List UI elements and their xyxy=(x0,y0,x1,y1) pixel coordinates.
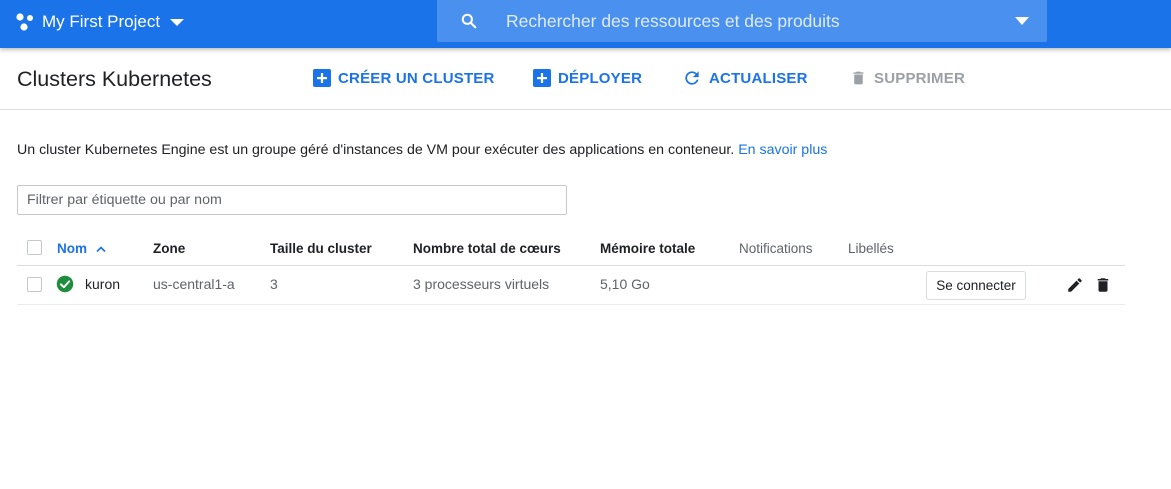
column-header-notifications: Notifications xyxy=(739,241,813,256)
column-header-memory[interactable]: Mémoire totale xyxy=(600,241,695,256)
edit-pencil-icon[interactable] xyxy=(1066,276,1084,294)
deploy-label: DÉPLOYER xyxy=(558,69,643,87)
row-checkbox[interactable] xyxy=(27,277,42,292)
learn-more-link[interactable]: En savoir plus xyxy=(738,142,827,158)
sort-ascending-icon xyxy=(96,246,106,253)
delete-button[interactable]: SUPPRIMER xyxy=(850,68,965,88)
connect-button[interactable]: Se connecter xyxy=(926,271,1026,300)
chevron-down-icon xyxy=(170,18,185,26)
search-bar[interactable] xyxy=(437,0,1047,42)
trash-icon xyxy=(853,71,864,85)
create-cluster-button[interactable]: CRÉER UN CLUSTER xyxy=(313,68,495,88)
description-text: Un cluster Kubernetes Engine est un grou… xyxy=(17,142,735,158)
clusters-table: Nom Zone Taille du cluster Nombre total … xyxy=(17,232,1125,305)
column-header-labels: Libellés xyxy=(848,241,894,256)
top-app-bar: My First Project xyxy=(0,0,1171,48)
delete-label: SUPPRIMER xyxy=(874,69,965,87)
search-dropdown-icon[interactable] xyxy=(1015,17,1029,25)
refresh-icon xyxy=(685,71,699,85)
project-selector[interactable]: My First Project xyxy=(14,9,185,35)
refresh-label: ACTUALISER xyxy=(709,69,808,87)
page-title: Clusters Kubernetes xyxy=(17,67,212,91)
cluster-memory: 5,10 Go xyxy=(600,276,650,292)
column-header-size[interactable]: Taille du cluster xyxy=(270,241,372,256)
project-dots-icon xyxy=(16,13,33,31)
column-header-zone[interactable]: Zone xyxy=(153,241,185,256)
cluster-zone: us-central1-a xyxy=(153,276,235,292)
search-input[interactable] xyxy=(506,10,1015,32)
cluster-name-link[interactable]: kuron xyxy=(85,276,120,292)
search-icon xyxy=(461,13,477,29)
table-row: kuron us-central1-a 3 3 processeurs virt… xyxy=(17,266,1125,305)
add-box-icon xyxy=(313,69,331,87)
page-toolbar: Clusters Kubernetes CRÉER UN CLUSTER DÉP… xyxy=(0,48,1171,110)
refresh-button[interactable]: ACTUALISER xyxy=(682,68,808,88)
select-all-checkbox[interactable] xyxy=(27,240,42,255)
deploy-button[interactable]: DÉPLOYER xyxy=(533,68,642,88)
delete-trash-icon[interactable] xyxy=(1094,276,1112,294)
check-circle-icon xyxy=(56,275,74,293)
cluster-cores: 3 processeurs virtuels xyxy=(413,276,550,292)
project-name: My First Project xyxy=(42,12,161,31)
column-name-label: Nom xyxy=(57,241,87,256)
cluster-size: 3 xyxy=(270,276,278,292)
add-box-icon xyxy=(533,69,551,87)
page-description: Un cluster Kubernetes Engine est un grou… xyxy=(17,142,827,158)
filter-input[interactable] xyxy=(17,185,567,215)
column-header-cores[interactable]: Nombre total de cœurs xyxy=(413,241,561,256)
table-header: Nom Zone Taille du cluster Nombre total … xyxy=(17,232,1125,266)
column-header-name[interactable]: Nom xyxy=(57,241,106,256)
create-cluster-label: CRÉER UN CLUSTER xyxy=(338,69,495,87)
